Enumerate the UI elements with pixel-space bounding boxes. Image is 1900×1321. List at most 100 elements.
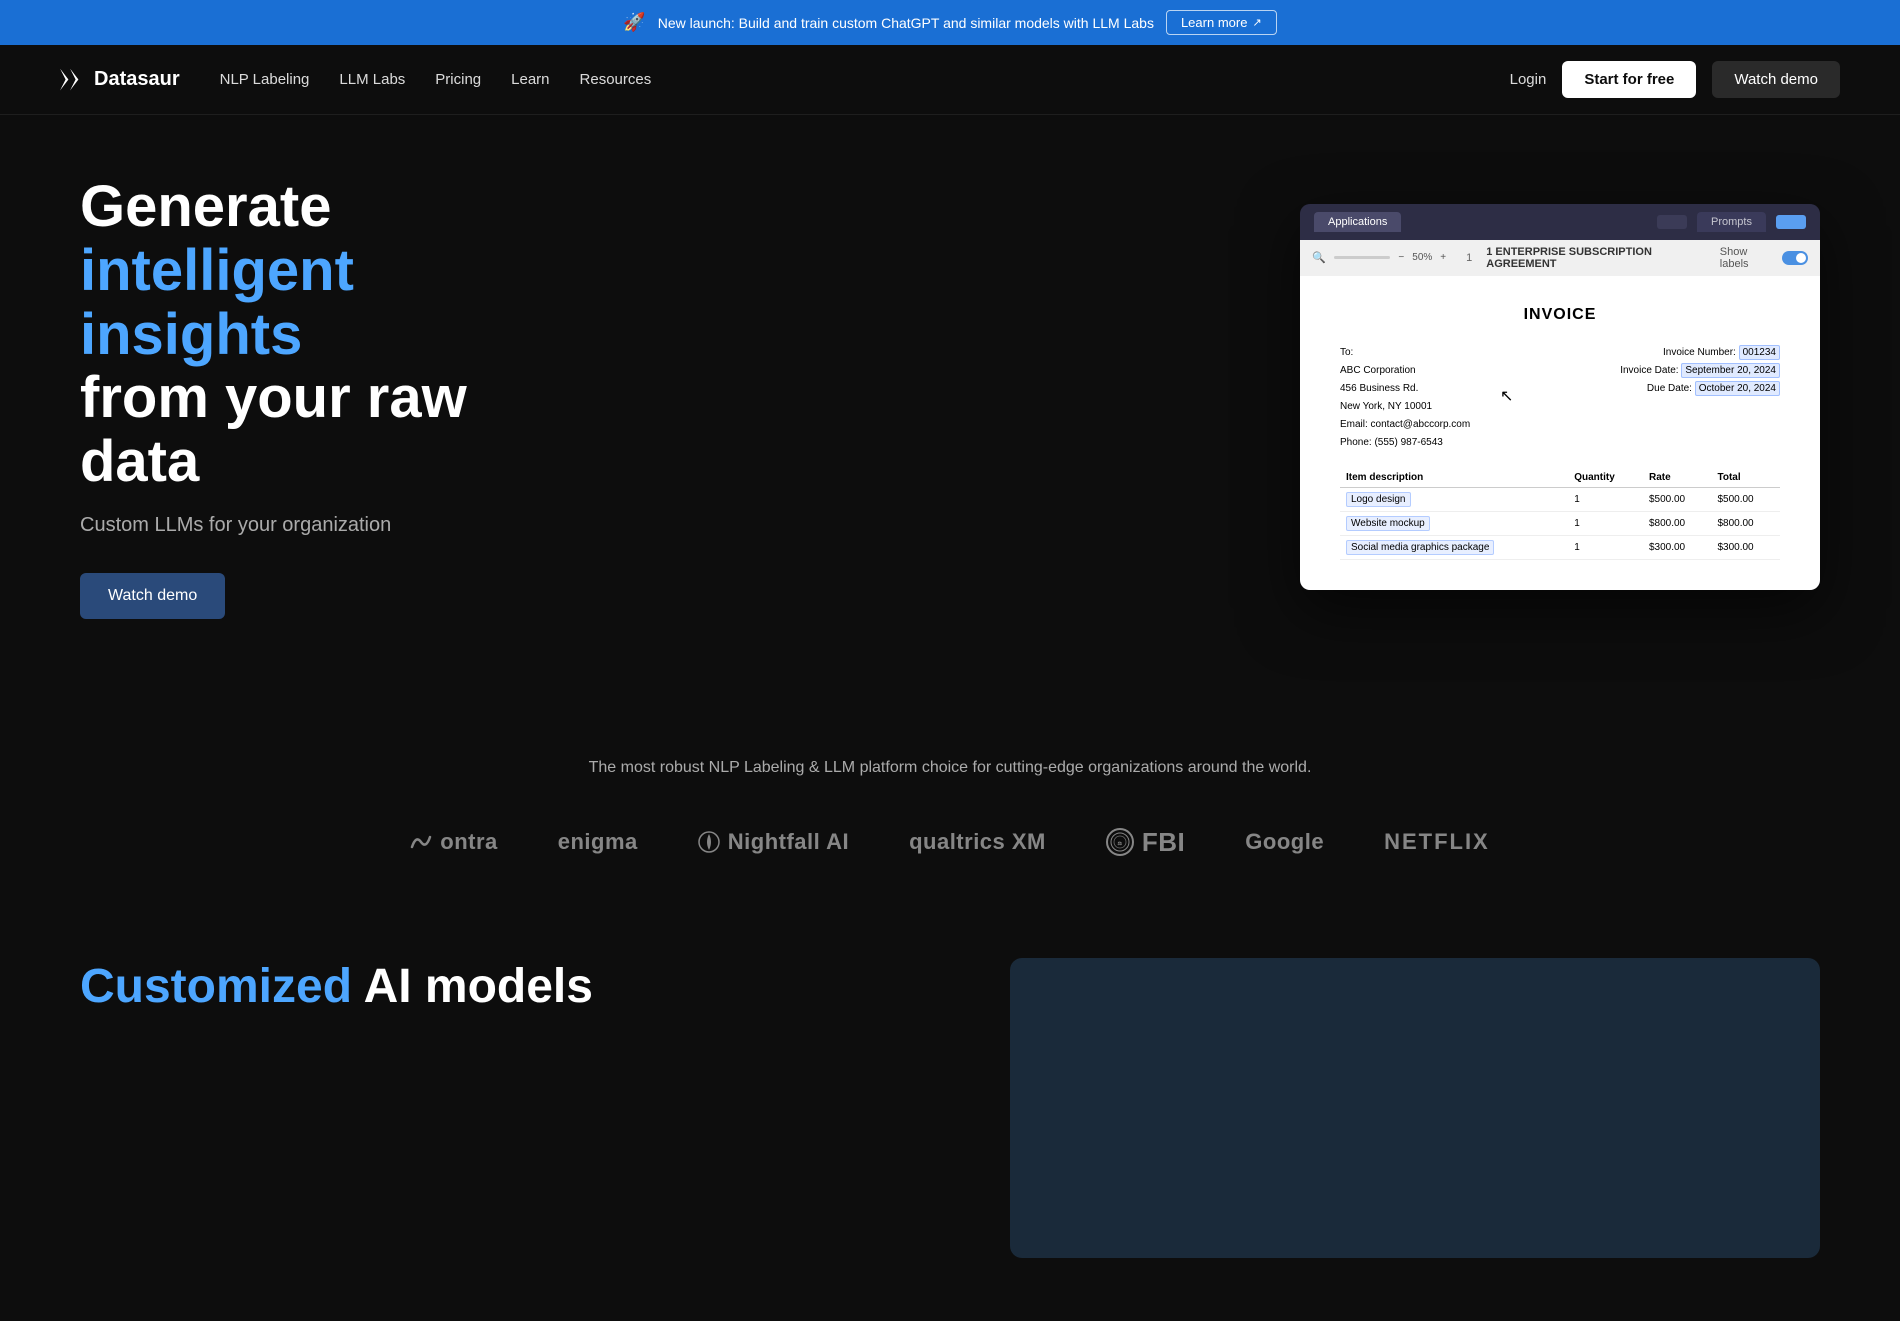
logo-chevron-2	[70, 69, 84, 91]
col-total: Total	[1711, 468, 1780, 488]
announcement-bar: 🚀 New launch: Build and train custom Cha…	[0, 0, 1900, 45]
logo-fbi: ⚖ FBI	[1106, 827, 1185, 858]
logo-google: Google	[1245, 829, 1324, 855]
start-free-button[interactable]: Start for free	[1562, 61, 1696, 98]
zoom-minus: −	[1398, 252, 1404, 263]
nav-resources[interactable]: Resources	[580, 71, 652, 88]
hero-section: Generate intelligent insights from your …	[0, 115, 1900, 699]
breadcrumb-text: 1 ENTERPRISE SUBSCRIPTION AGREEMENT	[1486, 246, 1712, 270]
nav-llm-labs[interactable]: LLM Labs	[339, 71, 405, 88]
ontra-text: ontra	[440, 829, 498, 855]
mock-browser: Applications Prompts 🔍 − 50% + 1 1 ENTER…	[1300, 204, 1820, 590]
due-date-value: October 20, 2024	[1695, 381, 1780, 396]
doc-meta: To: ABC Corporation 456 Business Rd. New…	[1340, 344, 1780, 452]
login-button[interactable]: Login	[1510, 71, 1547, 88]
doc-to-label: To:	[1340, 344, 1470, 362]
logo-icon	[60, 69, 84, 91]
doc-email: Email: contact@abccorp.com	[1340, 416, 1470, 434]
logo-qualtrics: qualtrics XM	[909, 829, 1046, 855]
hero-title-line1: Generate	[80, 174, 331, 239]
hero-title: Generate intelligent insights from your …	[80, 175, 580, 494]
nav-left: Datasaur NLP Labeling LLM Labs Pricing L…	[60, 68, 651, 91]
invoice-number-label: Invoice Number:	[1663, 347, 1736, 358]
qualtrics-text: qualtrics XM	[909, 829, 1046, 855]
nav-right: Login Start for free Watch demo	[1510, 61, 1840, 98]
invoice-date-value: September 20, 2024	[1681, 363, 1780, 378]
watch-demo-hero-button[interactable]: Watch demo	[80, 573, 225, 619]
invoice-date-label: Invoice Date:	[1620, 365, 1678, 376]
doc-company: ABC Corporation	[1340, 362, 1470, 380]
fbi-emblem: ⚖	[1106, 828, 1134, 856]
customized-section: Customized AI models	[0, 898, 1900, 1318]
fbi-text: FBI	[1142, 827, 1185, 858]
external-link-icon: ↗	[1252, 16, 1261, 29]
invoice-row-0: Logo design1$500.00$500.00	[1340, 487, 1780, 511]
logo-nightfall: Nightfall AI	[698, 829, 849, 855]
main-nav: Datasaur NLP Labeling LLM Labs Pricing L…	[0, 45, 1900, 115]
trusted-tagline: The most robust NLP Labeling & LLM platf…	[60, 759, 1840, 777]
announcement-text: New launch: Build and train custom ChatG…	[658, 15, 1154, 31]
due-date-label: Due Date:	[1647, 383, 1692, 394]
trusted-section: The most robust NLP Labeling & LLM platf…	[0, 699, 1900, 898]
netflix-text: NETFLIX	[1384, 829, 1490, 855]
hero-content: Generate intelligent insights from your …	[80, 175, 580, 619]
breadcrumb-number: 1	[1466, 252, 1472, 264]
customized-rest: AI models	[364, 960, 593, 1013]
nav-nlp-labeling[interactable]: NLP Labeling	[220, 71, 310, 88]
learn-more-button[interactable]: Learn more ↗	[1166, 10, 1277, 35]
invoice-number-row: Invoice Number: 001234	[1620, 344, 1780, 362]
customized-title: Customized AI models	[80, 958, 950, 1016]
nightfall-icon	[698, 831, 720, 853]
nav-learn[interactable]: Learn	[511, 71, 549, 88]
hero-title-line2: intelligent insights	[80, 238, 354, 367]
fbi-seal-icon: ⚖	[1110, 832, 1130, 852]
logo-ontra: ontra	[410, 829, 498, 855]
logo-enigma: enigma	[558, 829, 638, 855]
ontra-icon	[410, 833, 432, 851]
logo-text: Datasaur	[94, 68, 180, 91]
hero-mock-ui: Applications Prompts 🔍 − 50% + 1 1 ENTER…	[1300, 204, 1820, 590]
enigma-text: enigma	[558, 829, 638, 855]
invoice-date-row: Invoice Date: September 20, 2024	[1620, 362, 1780, 380]
col-rate: Rate	[1643, 468, 1712, 488]
nightfall-text: Nightfall AI	[728, 829, 849, 855]
mock-tab-prompts: Prompts	[1697, 212, 1766, 232]
doc-to-section: To: ABC Corporation 456 Business Rd. New…	[1340, 344, 1470, 452]
rocket-icon: 🚀	[623, 12, 645, 33]
invoice-row-2: Social media graphics package1$300.00$30…	[1340, 535, 1780, 559]
mock-document: ↖ INVOICE To: ABC Corporation 456 Busine…	[1300, 276, 1820, 590]
hero-subtitle: Custom LLMs for your organization	[80, 514, 580, 537]
nav-pricing[interactable]: Pricing	[435, 71, 481, 88]
google-text: Google	[1245, 829, 1324, 855]
mock-topbar: Applications Prompts	[1300, 204, 1820, 240]
customized-left: Customized AI models	[80, 958, 950, 1016]
doc-phone: Phone: (555) 987-6543	[1340, 434, 1470, 452]
customized-highlight: Customized	[80, 960, 352, 1013]
toggle-show-labels[interactable]	[1782, 251, 1808, 265]
logos-row: ontra enigma Nightfall AI qualtrics XM	[60, 827, 1840, 858]
watch-demo-nav-button[interactable]: Watch demo	[1712, 61, 1840, 98]
zoom-pct: 50%	[1412, 252, 1432, 263]
logo-link[interactable]: Datasaur	[60, 68, 180, 91]
doc-invoice-info: Invoice Number: 001234 Invoice Date: Sep…	[1620, 344, 1780, 452]
doc-city: New York, NY 10001	[1340, 398, 1470, 416]
nav-links: NLP Labeling LLM Labs Pricing Learn Reso…	[220, 71, 652, 88]
invoice-row-1: Website mockup1$800.00$800.00	[1340, 511, 1780, 535]
col-quantity: Quantity	[1568, 468, 1643, 488]
svg-text:⚖: ⚖	[1117, 841, 1122, 847]
hero-title-line3: from your raw data	[80, 365, 467, 494]
zoom-plus: +	[1440, 252, 1446, 263]
due-date-row: Due Date: October 20, 2024	[1620, 380, 1780, 398]
show-labels-text: Show labels	[1720, 246, 1776, 270]
customized-visual	[1010, 958, 1820, 1258]
doc-title: INVOICE	[1340, 306, 1780, 324]
logo-netflix: NETFLIX	[1384, 829, 1490, 855]
col-item-desc: Item description	[1340, 468, 1568, 488]
mock-tab-applications: Applications	[1314, 212, 1401, 232]
invoice-number-value: 001234	[1739, 345, 1780, 360]
invoice-table: Item description Quantity Rate Total Log…	[1340, 468, 1780, 560]
show-labels: Show labels	[1720, 246, 1808, 270]
learn-more-label: Learn more	[1181, 15, 1247, 30]
mock-toolbar: 🔍 − 50% + 1 1 ENTERPRISE SUBSCRIPTION AG…	[1300, 240, 1820, 276]
doc-address1: 456 Business Rd.	[1340, 380, 1470, 398]
